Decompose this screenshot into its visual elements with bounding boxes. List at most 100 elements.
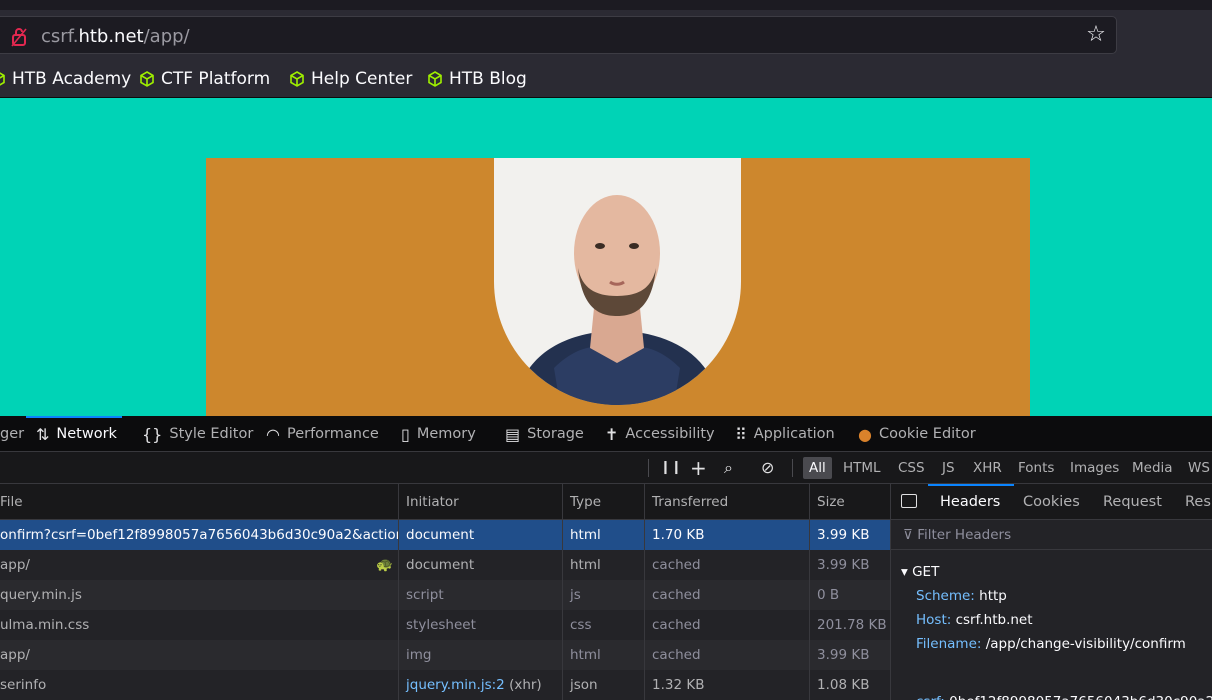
- filter-js[interactable]: JS: [936, 457, 961, 479]
- table-row[interactable]: serinfo jquery.min.js:2 (xhr) json 1.32 …: [0, 670, 890, 700]
- table-row[interactable]: app/ img html cached 3.99 KB: [0, 640, 890, 670]
- tab-debugger[interactable]: ger: [0, 416, 24, 452]
- bookmark-htb-blog[interactable]: HTB Blog: [427, 67, 527, 91]
- initiator-cell: stylesheet: [398, 610, 562, 640]
- url-text[interactable]: csrf.htb.net/app/: [41, 26, 190, 47]
- tab-label: Storage: [527, 426, 584, 442]
- column-transferred[interactable]: Transferred: [644, 484, 728, 520]
- table-row[interactable]: ulma.min.css stylesheet css cached 201.7…: [0, 610, 890, 640]
- file-cell: app/: [0, 557, 30, 573]
- bookmark-label: Help Center: [311, 69, 413, 89]
- tab-storage[interactable]: ▤ Storage: [505, 416, 584, 452]
- bookmark-htb-academy[interactable]: HTB Academy: [0, 67, 131, 91]
- transferred-cell: 1.70 KB: [644, 520, 809, 550]
- filter-html[interactable]: HTML: [837, 457, 887, 479]
- tab-headers[interactable]: Headers: [927, 484, 1015, 520]
- bookmark-help-center[interactable]: Help Center: [289, 67, 412, 91]
- column-initiator[interactable]: Initiator: [398, 484, 459, 520]
- tab-label: Network: [56, 426, 117, 442]
- memory-icon: ▯: [401, 424, 410, 444]
- pause-icon[interactable]: ❙❙: [660, 457, 682, 479]
- tab-network[interactable]: ⇅ Network: [26, 416, 122, 452]
- network-toolbar: ❙❙ + ⌕ ⊘ All HTML CSS JS XHR Fonts Image…: [0, 452, 1212, 484]
- bookmark-label: CTF Platform: [161, 69, 271, 89]
- tab-cookies[interactable]: Cookies: [1023, 484, 1080, 520]
- search-icon[interactable]: ⌕: [724, 457, 733, 479]
- table-row[interactable]: app/ 🐢 document html cached 3.99 KB: [0, 550, 890, 580]
- filter-media[interactable]: Media: [1126, 457, 1179, 479]
- method-group[interactable]: ▾ GET: [901, 564, 939, 580]
- filter-icon: ⊽: [903, 527, 913, 543]
- filter-images[interactable]: Images: [1064, 457, 1125, 479]
- add-icon[interactable]: +: [690, 457, 707, 479]
- filter-headers-input[interactable]: ⊽ Filter Headers: [891, 520, 1212, 550]
- tab-label: Style Editor: [169, 426, 254, 442]
- toolbar-divider: [792, 459, 793, 477]
- size-cell: 0 B: [809, 580, 890, 610]
- param-value: 0bef12f8998057a7656043b6d30c90a2: [949, 694, 1212, 700]
- size-cell: 201.78 KB: [809, 610, 890, 640]
- method-label: GET: [912, 564, 940, 580]
- tab-response[interactable]: Resp: [1185, 484, 1212, 520]
- tab-accessibility[interactable]: ✝ Accessibility: [605, 416, 715, 452]
- type-cell: html: [562, 520, 644, 550]
- bookmark-star-icon[interactable]: ☆: [1084, 23, 1108, 47]
- filter-ws[interactable]: WS: [1182, 457, 1212, 479]
- insecure-lock-icon[interactable]: [11, 27, 27, 47]
- initiator-extra: (xhr): [509, 677, 542, 693]
- table-row[interactable]: onfirm?csrf=0bef12f8998057a7656043b6d30c…: [0, 520, 890, 550]
- tab-label: ger: [0, 426, 25, 442]
- filter-all[interactable]: All: [803, 457, 832, 479]
- devtools-panel: ger ⇅ Network {} Style Editor ◠ Performance…: [0, 416, 1212, 700]
- bookmark-label: HTB Academy: [12, 69, 132, 89]
- type-cell: html: [562, 550, 644, 580]
- tab-cookie-editor[interactable]: ● Cookie Editor: [858, 416, 976, 452]
- bookmarks-toolbar: HTB Academy CTF Platform Help Center HTB…: [0, 60, 1212, 98]
- filter-fonts[interactable]: Fonts: [1012, 457, 1060, 479]
- clear-icon[interactable]: ⊘: [761, 457, 774, 479]
- cube-icon: [290, 71, 304, 87]
- tab-label: Application: [753, 426, 835, 442]
- column-type[interactable]: Type: [562, 484, 601, 520]
- size-cell: 3.99 KB: [809, 640, 890, 670]
- column-size[interactable]: Size: [809, 484, 845, 520]
- toggle-sidebar-icon[interactable]: [901, 494, 917, 508]
- tab-performance[interactable]: ◠ Performance: [266, 416, 379, 452]
- storage-icon: ▤: [505, 424, 521, 444]
- tab-label: Memory: [416, 426, 476, 442]
- requests-table: onfirm?csrf=0bef12f8998057a7656043b6d30c…: [0, 520, 890, 700]
- tab-application[interactable]: ⠿ Application: [735, 416, 835, 452]
- param-csrf: csrf: 0bef12f8998057a7656043b6d30c90a2: [916, 680, 1212, 700]
- cookie-icon: ●: [858, 424, 872, 444]
- devtools-tabbar: ger ⇅ Network {} Style Editor ◠ Performance…: [0, 416, 1212, 452]
- column-file[interactable]: File: [0, 484, 23, 520]
- file-cell: serinfo: [0, 677, 47, 693]
- cube-icon: [140, 71, 154, 87]
- table-row[interactable]: query.min.js script js cached 0 B: [0, 580, 890, 610]
- tab-memory[interactable]: ▯ Memory: [401, 416, 476, 452]
- grid-icon: ⠿: [735, 424, 747, 444]
- network-icon: ⇅: [36, 424, 50, 444]
- toolbar-divider: [648, 459, 649, 477]
- type-cell: json: [562, 670, 644, 700]
- gauge-icon: ◠: [266, 424, 280, 444]
- header-scheme: Scheme: http: [916, 588, 1007, 604]
- tab-style-editor[interactable]: {} Style Editor: [142, 416, 253, 452]
- tab-request[interactable]: Request: [1103, 484, 1162, 520]
- filter-xhr[interactable]: XHR: [967, 457, 1008, 479]
- header-key: Scheme:: [916, 588, 975, 604]
- address-bar[interactable]: csrf.htb.net/app/ ☆: [0, 16, 1117, 54]
- file-cell: app/: [0, 647, 30, 663]
- transferred-cell: cached: [644, 580, 809, 610]
- bookmark-label: HTB Blog: [449, 69, 527, 89]
- browser-window: csrf.htb.net/app/ ☆ HTB Academy CTF Plat…: [0, 0, 1212, 700]
- url-host: htb.net: [78, 26, 144, 47]
- type-cell: html: [562, 640, 644, 670]
- initiator-link[interactable]: jquery.min.js:2: [406, 677, 505, 693]
- filter-css[interactable]: CSS: [892, 457, 931, 479]
- transferred-cell: 1.32 KB: [644, 670, 809, 700]
- bookmark-ctf-platform[interactable]: CTF Platform: [139, 67, 270, 91]
- turtle-icon: 🐢: [376, 557, 393, 573]
- profile-photo: [494, 158, 741, 405]
- header-key: Filename:: [916, 636, 982, 652]
